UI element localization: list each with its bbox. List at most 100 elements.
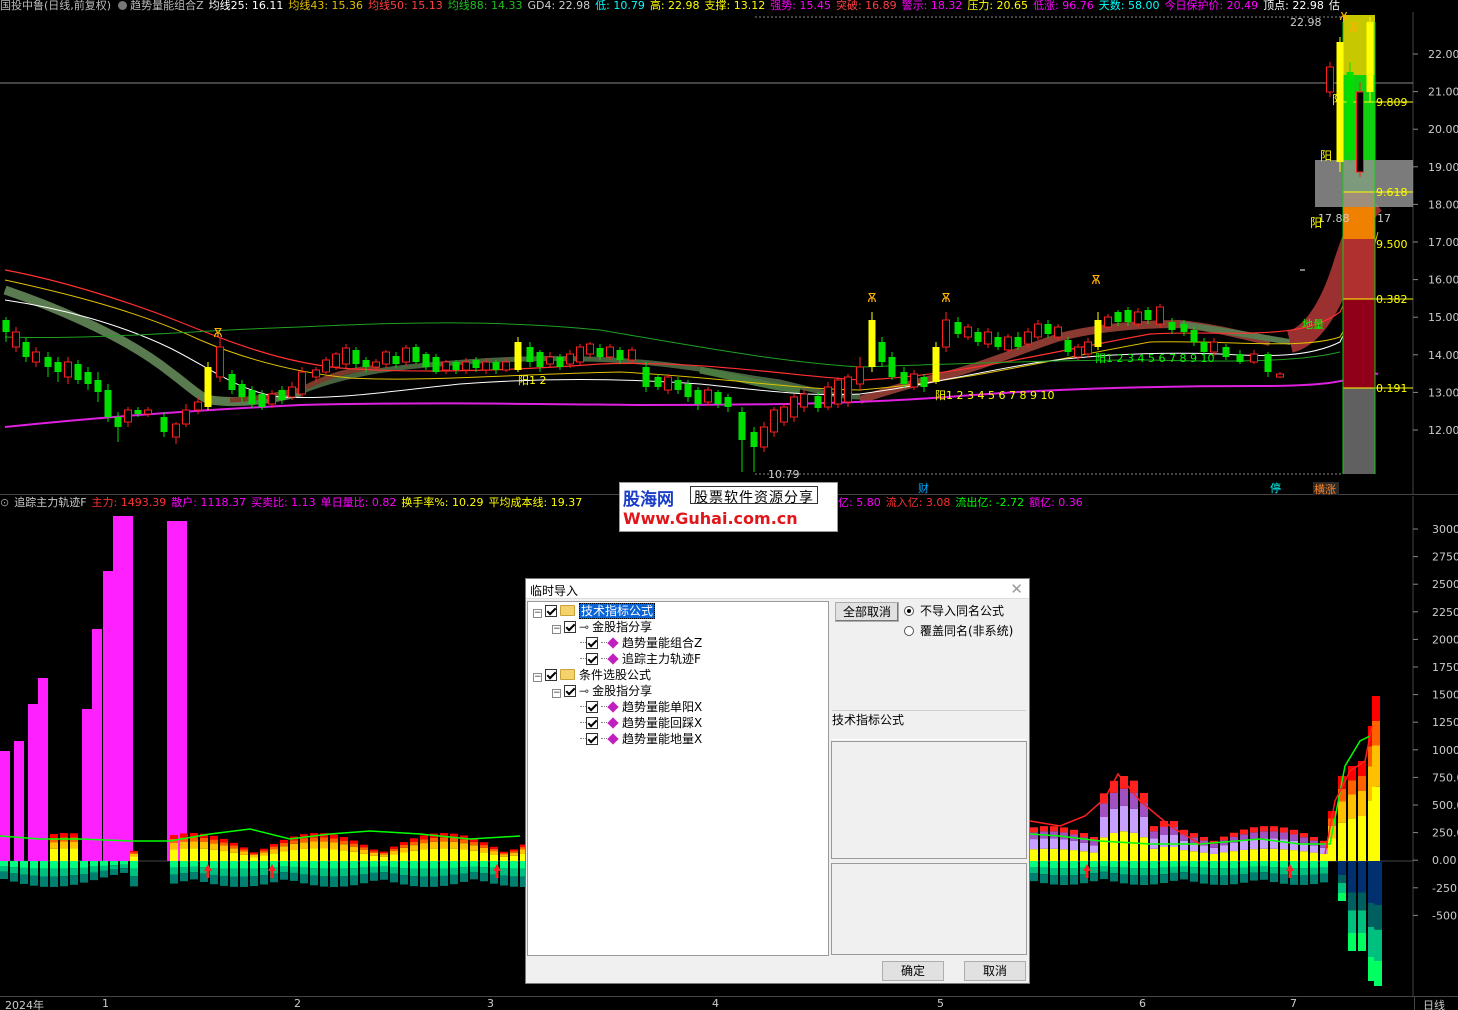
candle-body bbox=[546, 356, 554, 365]
tree-root-select[interactable]: − 条件选股公式 bbox=[533, 667, 651, 683]
close-icon[interactable]: ✕ bbox=[1010, 580, 1023, 598]
inflow-bar bbox=[180, 833, 188, 838]
top-val: 顶点: 22.98 bbox=[1263, 0, 1324, 12]
outflow-bar bbox=[420, 876, 428, 887]
tree-group-1[interactable]: − ⊸ 金股指分享 bbox=[552, 619, 652, 635]
candle-body bbox=[514, 342, 522, 370]
outflow-bar bbox=[1200, 867, 1208, 875]
candle-body bbox=[402, 347, 410, 363]
candle-body bbox=[238, 384, 246, 397]
candle-body bbox=[462, 361, 470, 371]
radio-overwrite[interactable]: 覆盖同名(非系统) bbox=[904, 623, 1013, 639]
ok-button[interactable]: 确定 bbox=[882, 961, 944, 981]
inflow-bar bbox=[1280, 827, 1288, 833]
checkbox[interactable] bbox=[586, 701, 598, 713]
tree-item-1[interactable]: 趋势量能组合Z bbox=[580, 635, 702, 651]
dropdown-icon[interactable] bbox=[118, 1, 128, 10]
checkbox[interactable] bbox=[564, 685, 576, 697]
outflow-bar bbox=[240, 876, 248, 887]
radio-icon[interactable] bbox=[904, 626, 914, 636]
candle-body bbox=[694, 390, 702, 404]
checkbox[interactable] bbox=[586, 717, 598, 729]
indicator-name[interactable]: 趋势量能组合Z bbox=[130, 0, 204, 12]
tree-group-2[interactable]: − ⊸ 金股指分享 bbox=[552, 683, 652, 699]
checkbox[interactable] bbox=[586, 653, 598, 665]
candle-body bbox=[790, 396, 798, 418]
candle-body bbox=[566, 353, 574, 365]
daily-ratio: 单日量比: 0.82 bbox=[320, 496, 397, 509]
outflow-bar bbox=[480, 861, 488, 868]
outflow-bar bbox=[1070, 868, 1078, 876]
period-selector[interactable]: 日线 bbox=[1414, 997, 1458, 1010]
cancel-all-button[interactable]: 全部取消 bbox=[835, 602, 899, 622]
indicator-title[interactable]: 追踪主力轨迹F bbox=[14, 496, 86, 509]
outflow-bar bbox=[1260, 872, 1268, 880]
tree-item-2[interactable]: 追踪主力轨迹F bbox=[580, 651, 701, 667]
inflow-bar bbox=[130, 852, 138, 854]
outflow-bar bbox=[210, 867, 218, 875]
checkbox[interactable] bbox=[545, 669, 557, 681]
collapse-icon[interactable]: − bbox=[533, 609, 542, 618]
inflow-bar bbox=[1040, 848, 1048, 861]
inflow-bar bbox=[1090, 845, 1098, 853]
tree-root-tech[interactable]: − 技术指标公式 bbox=[533, 603, 656, 619]
inflow-bar bbox=[1130, 832, 1138, 861]
buy-sell-ratio: 买卖比: 1.13 bbox=[250, 496, 316, 509]
outflow-bar bbox=[120, 868, 128, 873]
collapse-icon[interactable]: − bbox=[552, 625, 561, 634]
chart-header: 国投中鲁(日线,前复权) 趋势量能组合Z 均线25: 16.11 均线43: 15.3… bbox=[0, 0, 1458, 12]
outflow-bar bbox=[110, 865, 118, 870]
candle-body bbox=[194, 401, 202, 411]
tree-item-5[interactable]: 趋势量能地量X bbox=[580, 731, 702, 747]
candle-body bbox=[228, 374, 236, 390]
cancel-button[interactable]: 取消 bbox=[964, 961, 1026, 981]
radio-icon[interactable] bbox=[904, 606, 914, 616]
checkbox[interactable] bbox=[586, 733, 598, 745]
inflow-bar bbox=[230, 845, 238, 849]
candle-body bbox=[124, 409, 132, 423]
collapse-icon[interactable]: − bbox=[552, 689, 561, 698]
checkbox[interactable] bbox=[564, 621, 576, 633]
inflow-bar bbox=[210, 843, 218, 850]
stock-title[interactable]: 国投中鲁(日线,前复权) bbox=[0, 0, 111, 12]
outflow-bar bbox=[10, 867, 18, 874]
inflow-bar bbox=[1280, 849, 1288, 861]
fib-1788-label: 17.88 bbox=[1318, 212, 1350, 225]
checkbox[interactable] bbox=[586, 637, 598, 649]
inflow-bar bbox=[390, 846, 398, 849]
signal-icon: Ѫ bbox=[941, 291, 950, 305]
collapse-icon[interactable]: − bbox=[533, 673, 542, 682]
outflow-bar bbox=[210, 874, 218, 885]
fib-label: 9.618 bbox=[1376, 186, 1408, 199]
candle-body bbox=[362, 360, 370, 367]
inflow-bar bbox=[270, 849, 278, 854]
inflow-bar bbox=[210, 849, 218, 861]
outflow-bar bbox=[1374, 861, 1382, 905]
candle-body bbox=[352, 350, 360, 364]
inflow-bar bbox=[500, 856, 508, 861]
inflow-bar bbox=[210, 839, 218, 844]
checkbox[interactable] bbox=[545, 605, 557, 617]
inflow-bar bbox=[1160, 827, 1168, 835]
formula-tree[interactable]: − 技术指标公式 − ⊸ 金股指分享 趋势量能组合Z 追踪主力轨迹F − 条件选股公式 … bbox=[527, 601, 829, 956]
collapse-icon[interactable]: ⊙ bbox=[0, 496, 9, 509]
tree-item-3[interactable]: 趋势量能单阳X bbox=[580, 699, 702, 715]
outflow-bar bbox=[320, 861, 328, 869]
outflow-bar bbox=[510, 868, 518, 877]
outflow-bar bbox=[1358, 910, 1366, 933]
outflow-bar bbox=[450, 867, 458, 875]
inflow-bar bbox=[1290, 834, 1298, 841]
indicator-header: ⊙ 追踪主力轨迹F 主力: 1493.39 散户: 1118.37 买卖比: 1.13 单… bbox=[0, 496, 587, 510]
candle-body bbox=[760, 426, 768, 448]
tree-item-4[interactable]: 趋势量能回踩X bbox=[580, 715, 702, 731]
price-chart[interactable]: 22.00 21.00 20.00 19.00 18.00 17.00 16.00 15.00… bbox=[0, 12, 1458, 495]
outflow-bar bbox=[1230, 861, 1238, 868]
outflow-bar bbox=[460, 867, 468, 874]
radio-skip-same[interactable]: 不导入同名公式 bbox=[904, 603, 1004, 619]
candle-body bbox=[642, 367, 650, 387]
candle-body bbox=[204, 367, 212, 407]
gd4: GD4: 22.98 bbox=[527, 0, 591, 12]
dialog-titlebar[interactable]: 临时导入 ✕ bbox=[526, 579, 1029, 599]
inflow-bar bbox=[1358, 776, 1366, 791]
volume-bar bbox=[92, 629, 102, 861]
